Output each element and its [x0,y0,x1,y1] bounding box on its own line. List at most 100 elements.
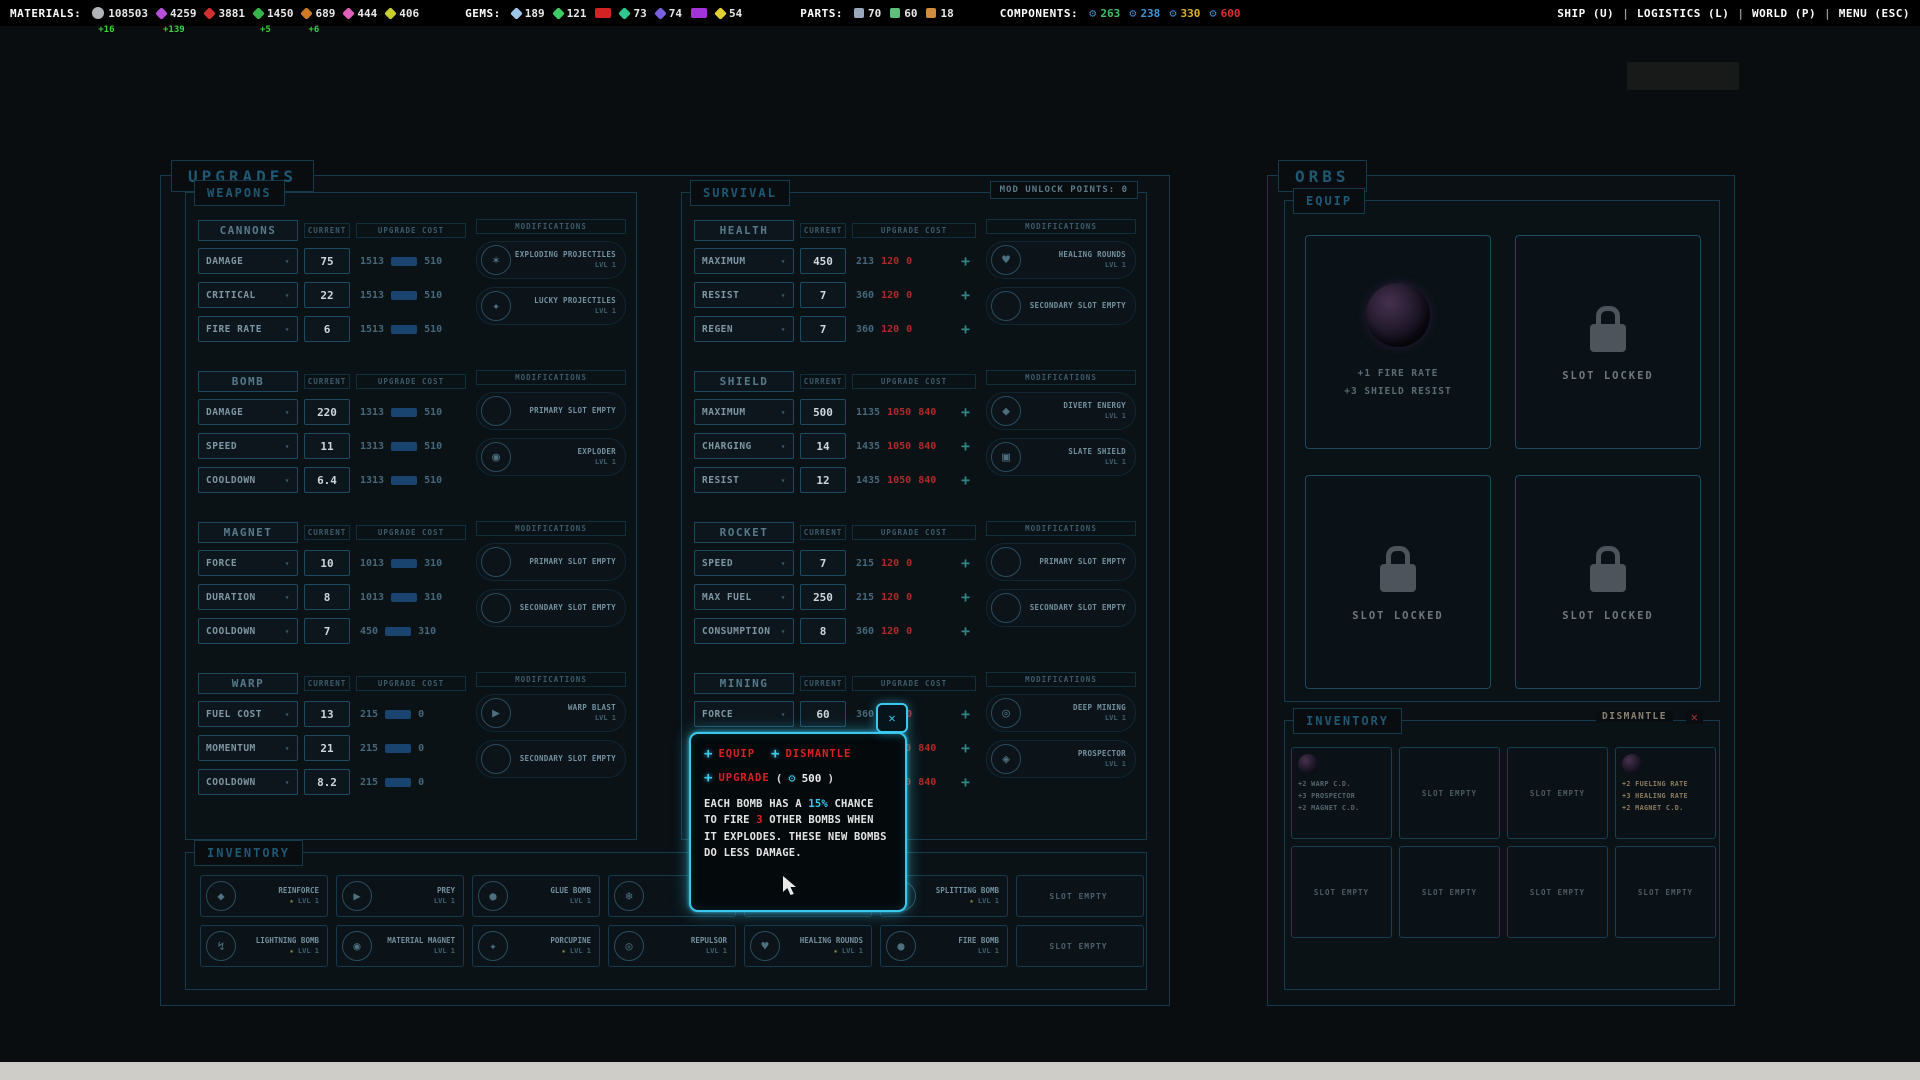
orb-inventory-slot[interactable]: SLOT EMPTY [1507,747,1608,839]
stat-dropdown[interactable]: FIRE RATE [198,316,298,342]
stat-dropdown[interactable]: COOLDOWN [198,618,298,644]
orb-inventory-slot[interactable]: +2 WARP C.D.+3 PROSPECTOR+2 MAGNET C.D. [1291,747,1392,839]
inventory-item[interactable]: ●FIRE BOMBLVL 1 [880,925,1008,967]
menu-logistics[interactable]: LOGISTICS (L) [1637,7,1730,20]
stat-dropdown[interactable]: MAXIMUM [694,399,794,425]
inventory-item[interactable]: ↯LIGHTNING BOMB★ LVL 1 [200,925,328,967]
cost-value: 510 [424,475,442,486]
inventory-item[interactable]: SLOT EMPTY [1016,925,1144,967]
orb-inventory-slot[interactable]: SLOT EMPTY [1399,846,1500,938]
mod-slot[interactable]: ✶EXPLODING PROJECTILESLVL 1 [476,241,626,279]
item-level: ★ LVL 1 [922,897,999,906]
mod-level: LVL 1 [1021,714,1126,723]
dismantle-close-icon[interactable]: ✕ [1686,710,1703,724]
orb-inventory-slot[interactable]: SLOT EMPTY [1291,846,1392,938]
item-icon: ● [478,881,508,911]
orb-equip-slot[interactable]: +1 FIRE RATE+3 SHIELD RESIST [1305,235,1491,449]
stat-dropdown[interactable]: CHARGING [694,433,794,459]
stat-dropdown[interactable]: MAX FUEL [694,584,794,610]
mod-slot[interactable]: SECONDARY SLOT EMPTY [476,589,626,627]
inventory-item[interactable]: SLOT EMPTY [1016,875,1144,917]
mod-slot[interactable]: SECONDARY SLOT EMPTY [986,287,1136,325]
equip-button[interactable]: + EQUIP [704,746,755,762]
gems-group: GEMS: 189121737454 [465,7,742,20]
inventory-item[interactable]: ◉MATERIAL MAGNETLVL 1 [336,925,464,967]
mod-slot[interactable]: ✦LUCKY PROJECTILESLVL 1 [476,287,626,325]
upgrade-plus-button[interactable]: + [961,437,972,455]
inventory-item[interactable]: ▶PREYLVL 1 [336,875,464,917]
mod-slot[interactable]: PRIMARY SLOT EMPTY [986,543,1136,581]
item-name: REPULSOR [650,936,727,945]
stat-dropdown[interactable]: REGEN [694,316,794,342]
upgrade-plus-button[interactable]: + [961,705,972,723]
stat-dropdown[interactable]: CRITICAL [198,282,298,308]
mod-slot[interactable]: PRIMARY SLOT EMPTY [476,543,626,581]
inventory-item[interactable]: ◎REPULSORLVL 1 [608,925,736,967]
upgrade-plus-button[interactable]: + [961,773,972,791]
orb-equip-slot[interactable]: SLOT LOCKED [1515,235,1701,449]
stat-current-value: 7 [800,282,846,308]
upgrade-plus-button[interactable]: + [961,320,972,338]
stat-dropdown[interactable]: FORCE [198,550,298,576]
orb-inventory-slot[interactable]: SLOT EMPTY [1507,846,1608,938]
mod-slot[interactable]: ♥HEALING ROUNDSLVL 1 [986,241,1136,279]
orb-inventory-slot[interactable]: SLOT EMPTY [1399,747,1500,839]
upgrade-plus-button[interactable]: + [961,286,972,304]
plus-icon: + [704,746,712,762]
dismantle-orbs-button[interactable]: DISMANTLE [1596,711,1673,722]
stat-dropdown[interactable]: DAMAGE [198,399,298,425]
upgrade-button[interactable]: + UPGRADE ( ⚙ 500 ) [704,770,834,786]
stat-dropdown[interactable]: MOMENTUM [198,735,298,761]
popup-close-button[interactable]: ✕ [876,703,908,733]
mod-slot[interactable]: PRIMARY SLOT EMPTY [476,392,626,430]
stat-dropdown[interactable]: SPEED [694,550,794,576]
upgrade-plus-button[interactable]: + [961,554,972,572]
stat-current-value: 11 [304,433,350,459]
stat-dropdown[interactable]: FORCE [694,701,794,727]
stat-dropdown[interactable]: DURATION [198,584,298,610]
orb-inventory-slot[interactable]: SLOT EMPTY [1615,846,1716,938]
stat-dropdown[interactable]: MAXIMUM [694,248,794,274]
stat-dropdown[interactable]: RESIST [694,467,794,493]
resource-item: 74 [656,7,682,20]
stat-dropdown[interactable]: COOLDOWN [198,467,298,493]
equip-label: EQUIP [718,748,755,760]
menu-world[interactable]: WORLD (P) [1752,7,1816,20]
upgrade-plus-button[interactable]: + [961,588,972,606]
stat-upgrade-cost: 2150 [356,735,466,761]
stat-dropdown[interactable]: SPEED [198,433,298,459]
upgrade-plus-button[interactable]: + [961,622,972,640]
upgrade-plus-button[interactable]: + [961,739,972,757]
inventory-item[interactable]: ✦PORCUPINE★ LVL 1 [472,925,600,967]
stat-dropdown[interactable]: RESIST [694,282,794,308]
menu-esc[interactable]: MENU (ESC) [1839,7,1910,20]
mod-slot[interactable]: ◎DEEP MININGLVL 1 [986,694,1136,732]
orb-inventory-slot[interactable]: +2 FUELING RATE+3 HEALING RATE+2 MAGNET … [1615,747,1716,839]
mod-slot[interactable]: SECONDARY SLOT EMPTY [476,740,626,778]
mod-slot[interactable]: SECONDARY SLOT EMPTY [986,589,1136,627]
mod-slot[interactable]: ◆DIVERT ENERGYLVL 1 [986,392,1136,430]
inventory-item[interactable]: ●GLUE BOMBLVL 1 [472,875,600,917]
mod-slot[interactable]: ◈PROSPECTORLVL 1 [986,740,1136,778]
cost-value: 1013 [360,592,384,603]
menu-ship[interactable]: SHIP (U) [1557,7,1614,20]
stat-dropdown[interactable]: CONSUMPTION [694,618,794,644]
upgrade-plus-button[interactable]: + [961,403,972,421]
orb-equip-slot[interactable]: SLOT LOCKED [1515,475,1701,689]
inventory-item[interactable]: ◆REINFORCE★ LVL 1 [200,875,328,917]
stat-current-value: 450 [800,248,846,274]
dismantle-button[interactable]: + DISMANTLE [771,746,851,762]
mod-slot[interactable]: ◉EXPLODERLVL 1 [476,438,626,476]
stat-row: MOMENTUM212150 [198,735,466,761]
mod-slot[interactable]: ▣SLATE SHIELDLVL 1 [986,438,1136,476]
stat-dropdown[interactable]: COOLDOWN [198,769,298,795]
upgrade-plus-button[interactable]: + [961,471,972,489]
stat-dropdown[interactable]: DAMAGE [198,248,298,274]
orb-equip-slot[interactable]: SLOT LOCKED [1305,475,1491,689]
mod-slot[interactable]: ▶WARP BLASTLVL 1 [476,694,626,732]
item-level: LVL 1 [514,897,591,906]
upgrade-plus-button[interactable]: + [961,252,972,270]
stat-dropdown[interactable]: FUEL COST [198,701,298,727]
orb-stat-line: +2 MAGNET C.D. [1622,803,1709,815]
inventory-item[interactable]: ♥HEALING ROUNDS★ LVL 1 [744,925,872,967]
